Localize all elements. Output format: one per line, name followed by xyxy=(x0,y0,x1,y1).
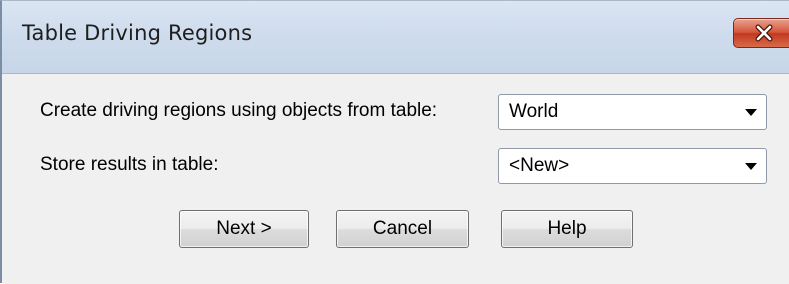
dialog-window: Table Driving Regions Create driving reg… xyxy=(0,0,789,284)
cancel-button[interactable]: Cancel xyxy=(336,210,469,248)
source-table-value: World xyxy=(509,101,559,122)
chevron-down-icon xyxy=(745,163,757,170)
source-table-dropdown[interactable]: World xyxy=(498,94,767,130)
dialog-title: Table Driving Regions xyxy=(22,21,253,45)
close-icon xyxy=(755,24,773,42)
store-results-label: Store results in table: xyxy=(40,154,219,175)
create-regions-label: Create driving regions using objects fro… xyxy=(40,100,438,121)
result-table-value: <New> xyxy=(509,155,570,176)
dialog-body: Create driving regions using objects fro… xyxy=(2,74,789,284)
title-bar[interactable]: Table Driving Regions xyxy=(2,1,789,74)
help-button[interactable]: Help xyxy=(501,210,633,248)
chevron-down-icon xyxy=(745,109,757,116)
result-table-dropdown[interactable]: <New> xyxy=(498,148,767,184)
next-button[interactable]: Next > xyxy=(179,210,309,248)
close-button[interactable] xyxy=(733,18,789,48)
